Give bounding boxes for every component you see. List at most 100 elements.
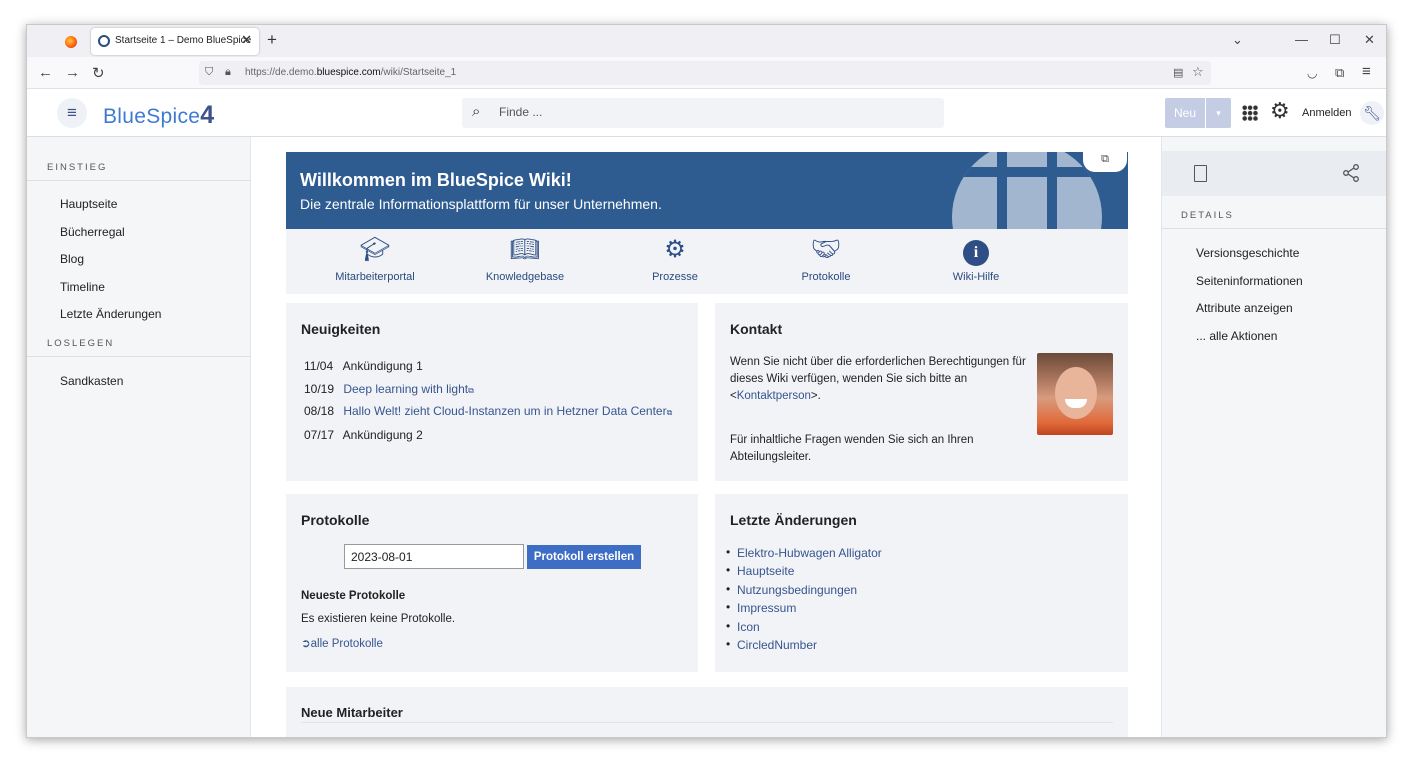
pocket-icon[interactable]: ◡	[1307, 66, 1317, 80]
new-tab-icon[interactable]: +	[267, 30, 277, 50]
expand-icon[interactable]: ⧉	[1083, 152, 1127, 172]
contact-text: Wenn Sie nicht über die erforderlichen B…	[730, 354, 1030, 405]
new-button[interactable]: Neu	[1165, 98, 1205, 128]
logo-number: 4	[200, 101, 215, 129]
action-versionsgeschichte[interactable]: Versionsgeschichte	[1196, 246, 1299, 260]
news-link[interactable]: Hallo Welt! zieht Cloud-Instanzen um in …	[343, 404, 666, 418]
search-input[interactable]	[499, 105, 919, 119]
login-link[interactable]: Anmelden	[1302, 107, 1352, 119]
back-icon[interactable]: ←	[38, 64, 53, 81]
divider	[27, 180, 251, 181]
url-text[interactable]: https://de.demo.bluespice.com/wiki/Start…	[245, 67, 456, 78]
external-link-icon: ⧉	[468, 386, 474, 395]
browser-tab[interactable]: Startseite 1 – Demo BlueSpice ✕	[91, 28, 259, 55]
divider	[301, 722, 1113, 723]
wrench-icon[interactable]: 🔧︎	[1360, 101, 1384, 125]
contact-line: dieses Wiki verfügen, wenden Sie sich bi…	[730, 373, 968, 385]
welcome-banner: Willkommen im BlueSpice Wiki! Die zentra…	[286, 152, 1128, 229]
contact-text-2: Für inhaltliche Fragen wenden Sie sich a…	[730, 432, 1030, 466]
maximize-icon[interactable]: ☐	[1329, 32, 1341, 48]
forward-icon[interactable]: →	[65, 64, 80, 81]
extensions-icon[interactable]: ⧉	[1335, 65, 1344, 81]
divider	[27, 356, 251, 357]
recent-change-link[interactable]: CircledNumber	[737, 638, 817, 652]
contact-photo	[1037, 353, 1113, 435]
portal-label: Protokolle	[801, 271, 851, 283]
tab-list-chevron-icon[interactable]: ⌄	[1232, 32, 1243, 48]
protocol-date-input[interactable]	[344, 544, 524, 569]
menu-icon[interactable]: ≡	[1362, 63, 1371, 80]
news-item: 07/17 Ankündigung 2	[304, 428, 423, 442]
url-bar[interactable]: ⛉ 🔒︎ https://de.demo.bluespice.com/wiki/…	[199, 61, 1211, 85]
contact-line: Wenn Sie nicht über die erforderlichen B…	[730, 356, 1026, 368]
all-protocols-link[interactable]: ➲alle Protokolle	[301, 636, 383, 650]
gears-icon: ⚙	[664, 236, 686, 263]
contact-person-link[interactable]: Kontaktperson	[737, 390, 811, 402]
news-date: 11/04	[304, 359, 334, 373]
newest-protocols-label: Neueste Protokolle	[301, 590, 406, 602]
sidebar-item-buecherregal[interactable]: Bücherregal	[60, 225, 125, 239]
graduation-icon: 🎓︎	[359, 236, 391, 263]
protocols-card: Protokolle Protokoll erstellen Neueste P…	[286, 494, 698, 672]
sidebar-item-hauptseite[interactable]: Hauptseite	[60, 197, 117, 211]
sidebar-item-letzte-aenderungen[interactable]: Letzte Änderungen	[60, 307, 161, 321]
reload-icon[interactable]: ↻	[92, 64, 105, 82]
apps-grid-icon[interactable]	[1242, 105, 1258, 121]
section-heading-details: DETAILS	[1181, 210, 1234, 221]
url-path: /wiki/Startseite_1	[380, 67, 457, 78]
portal-links: 🎓︎ Mitarbeiterportal 📖︎ Knowledgebase ⚙ …	[286, 229, 1128, 294]
section-heading-loslegen: LOSLEGEN	[47, 338, 115, 349]
portal-item-protokolle[interactable]: 🤝︎ Protokolle	[761, 235, 891, 283]
left-sidebar: EINSTIEG Hauptseite Bücherregal Blog Tim…	[27, 137, 251, 737]
bluespice-logo[interactable]: BlueSpice4	[103, 101, 214, 130]
action-seiteninformationen[interactable]: Seiteninformationen	[1196, 274, 1303, 288]
sidebar-item-blog[interactable]: Blog	[60, 252, 84, 266]
bookmark-star-icon[interactable]: ☆	[1192, 64, 1204, 80]
gear-icon[interactable]: ⚙	[1270, 100, 1290, 122]
portal-item-knowledgebase[interactable]: 📖︎ Knowledgebase	[460, 235, 590, 283]
external-link-icon: ⧉	[666, 408, 673, 417]
news-link[interactable]: Deep learning with light	[343, 382, 468, 396]
recent-change-link[interactable]: Icon	[737, 620, 760, 634]
search-box[interactable]: ⌕	[462, 98, 944, 128]
portal-item-wiki-hilfe[interactable]: i Wiki-Hilfe	[911, 235, 1041, 283]
shield-icon[interactable]: ⛉	[205, 66, 213, 79]
logo-text: BlueSpice	[103, 105, 201, 128]
tab-close-icon[interactable]: ✕	[241, 32, 252, 48]
page-icon[interactable]	[1194, 165, 1207, 182]
contact-card: Kontakt Wenn Sie nicht über die erforder…	[715, 303, 1128, 481]
news-item: 10/19 Deep learning with light⧉	[304, 382, 474, 396]
recent-change-link[interactable]: Nutzungsbedingungen	[737, 583, 857, 597]
portal-label: Mitarbeiterportal	[335, 271, 415, 283]
create-protocol-button[interactable]: Protokoll erstellen	[527, 545, 641, 569]
share-icon[interactable]	[1342, 164, 1360, 182]
portal-label: Prozesse	[652, 271, 698, 283]
firefox-icon[interactable]	[65, 36, 77, 48]
recent-change-link[interactable]: Impressum	[737, 601, 796, 615]
news-card: Neuigkeiten 11/04 Ankündigung 1 10/19 De…	[286, 303, 698, 481]
portal-item-prozesse[interactable]: ⚙ Prozesse	[610, 235, 740, 283]
minimize-icon[interactable]: —	[1295, 32, 1308, 47]
sidebar-item-timeline[interactable]: Timeline	[60, 280, 105, 294]
tab-bar: Startseite 1 – Demo BlueSpice ✕ + ⌄ — ☐ …	[27, 25, 1386, 57]
main-content: Willkommen im BlueSpice Wiki! Die zentra…	[251, 137, 1161, 737]
list-item: Impressum	[726, 600, 796, 615]
action-attribute-anzeigen[interactable]: Attribute anzeigen	[1196, 301, 1293, 315]
portal-item-mitarbeiterportal[interactable]: 🎓︎ Mitarbeiterportal	[310, 235, 440, 283]
list-item: Hauptseite	[726, 563, 794, 578]
hamburger-menu-icon[interactable]: ≡	[57, 98, 87, 128]
reader-icon: 📖︎	[509, 236, 541, 263]
sidebar-item-sandkasten[interactable]: Sandkasten	[60, 374, 123, 388]
all-protocols-text[interactable]: alle Protokolle	[311, 638, 383, 650]
banner-subtitle: Die zentrale Informationsplattform für u…	[300, 196, 662, 212]
no-protocols-text: Es existieren keine Protokolle.	[301, 613, 456, 625]
recent-change-link[interactable]: Hauptseite	[737, 564, 794, 578]
lock-icon[interactable]: 🔒︎	[225, 66, 231, 79]
reader-view-icon[interactable]: ▤	[1173, 66, 1183, 79]
contact-line: Für inhaltliche Fragen wenden Sie sich a…	[730, 434, 974, 446]
handshake-icon: 🤝︎	[810, 236, 842, 263]
new-dropdown-chevron-icon[interactable]: ▾	[1206, 98, 1231, 128]
window-close-icon[interactable]: ✕	[1364, 32, 1375, 48]
action-alle-aktionen[interactable]: ... alle Aktionen	[1196, 329, 1277, 343]
recent-change-link[interactable]: Elektro-Hubwagen Alligator	[737, 546, 882, 560]
